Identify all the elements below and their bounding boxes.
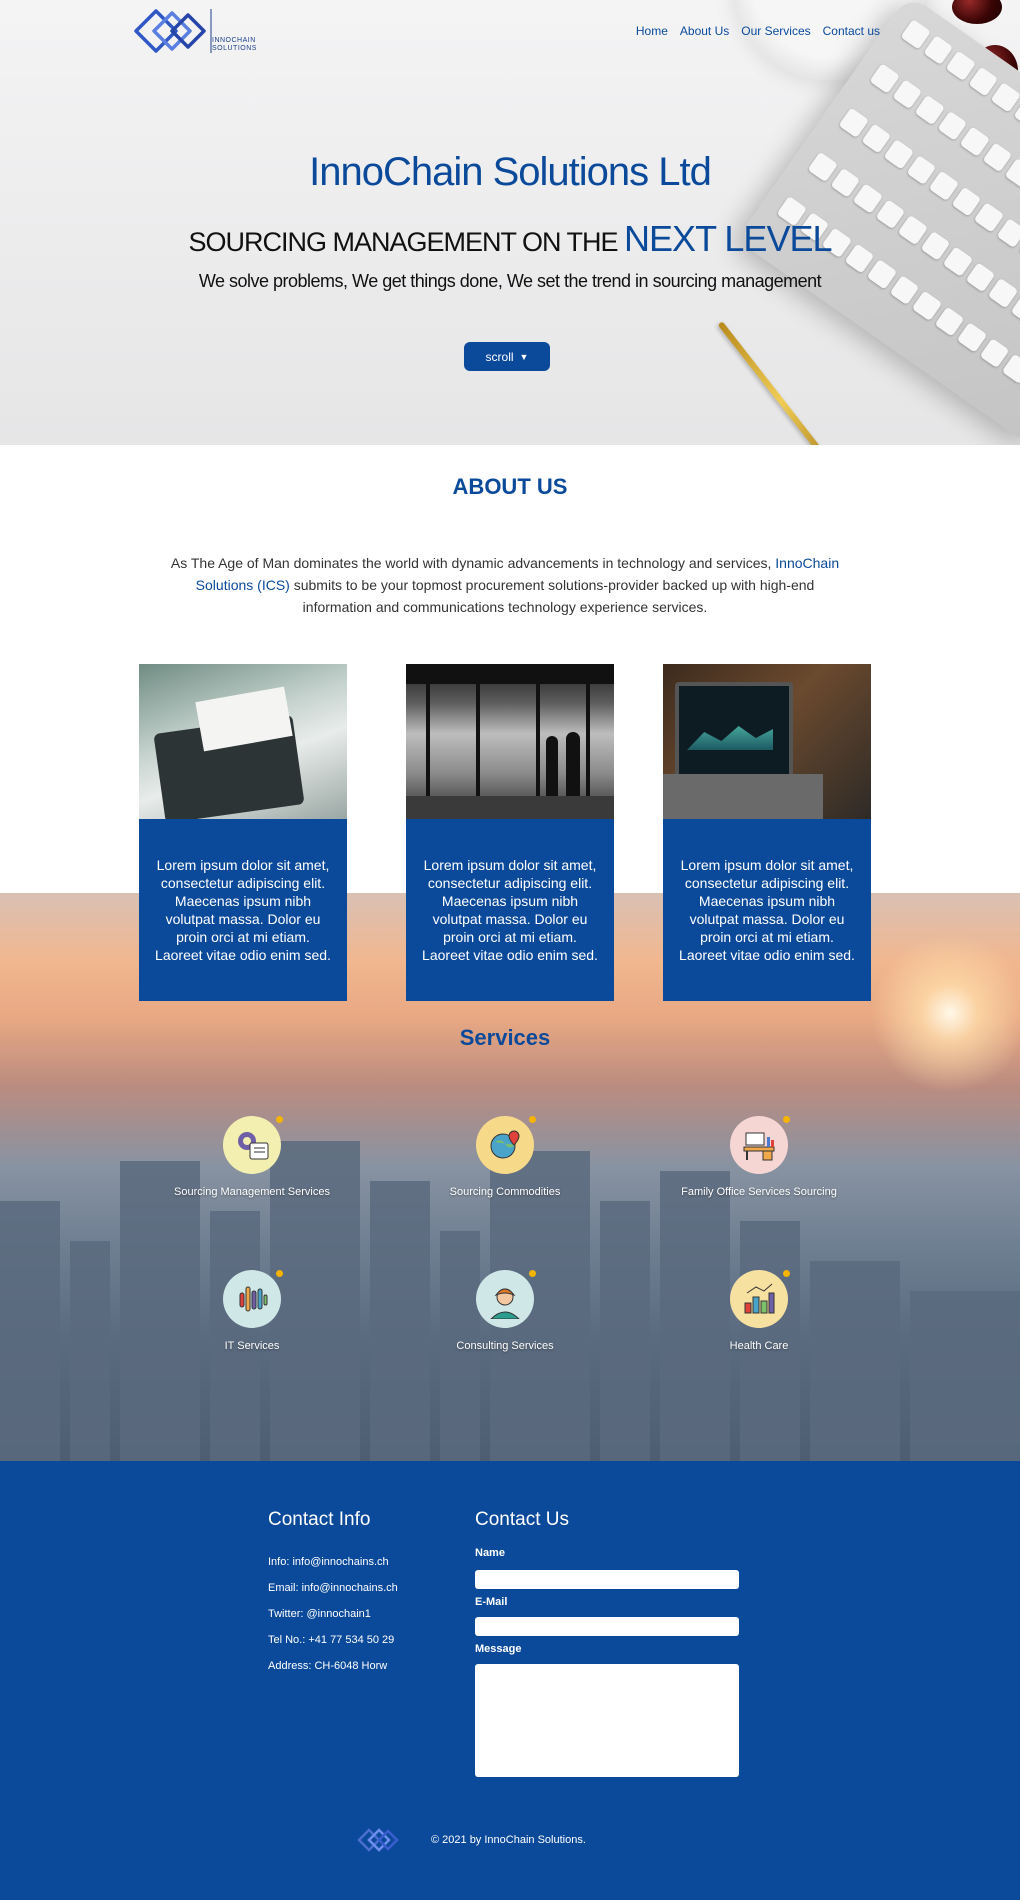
about-text-rest: submits to be your topmost procurement s…	[289, 577, 815, 615]
gear-document-icon	[223, 1116, 283, 1174]
desk-computer-icon	[730, 1116, 790, 1174]
service-item[interactable]: Sourcing Management Services	[152, 1116, 352, 1198]
service-item[interactable]: Sourcing Commodities	[405, 1116, 605, 1198]
consultant-avatar-icon	[476, 1270, 536, 1328]
copyright-text: © 2021 by InnoChain Solutions.	[431, 1834, 586, 1846]
service-label: Sourcing Commodities	[449, 1186, 561, 1198]
hero-title: InnoChain Solutions Ltd	[309, 150, 712, 194]
about-text: As The Age of Man dominates the world wi…	[170, 552, 840, 618]
bar-chart-icon	[730, 1270, 790, 1328]
card-text: Lorem ipsum dolor sit amet, consectetur …	[663, 819, 871, 1001]
globe-pin-icon	[476, 1116, 536, 1174]
services-title: Services	[459, 1025, 551, 1050]
email-label: E-Mail	[475, 1596, 508, 1608]
phone-line: Tel No.: +41 77 534 50 29	[268, 1634, 395, 1646]
service-label: Health Care	[729, 1340, 789, 1352]
name-field[interactable]	[475, 1570, 739, 1589]
cherry-decoration	[952, 0, 1002, 24]
card-text: Lorem ipsum dolor sit amet, consectetur …	[139, 819, 347, 1001]
nav-home[interactable]: Home	[636, 24, 668, 38]
service-label: Consulting Services	[456, 1340, 554, 1352]
service-label: Family Office Services Sourcing	[681, 1186, 837, 1198]
laptop-dashboard-photo	[663, 664, 871, 819]
email-line[interactable]: Email: info@innochains.ch	[268, 1582, 398, 1594]
about-title: ABOUT US	[452, 474, 568, 499]
email-field[interactable]	[475, 1617, 739, 1636]
service-item[interactable]: Health Care	[659, 1270, 859, 1352]
footer: Contact Info Info: info@innochains.ch Em…	[0, 1461, 1020, 1900]
feature-card: Lorem ipsum dolor sit amet, consectetur …	[406, 664, 614, 1001]
twitter-line[interactable]: Twitter: @innochain1	[268, 1608, 371, 1620]
service-item[interactable]: Consulting Services	[405, 1270, 605, 1352]
service-item[interactable]: Family Office Services Sourcing	[659, 1116, 859, 1198]
scroll-label: scroll	[485, 349, 514, 364]
footer-logo-icon	[357, 1828, 399, 1852]
hero-subtitle-accent: NEXT LEVEL	[624, 218, 832, 259]
nav-contact-us[interactable]: Contact us	[823, 24, 880, 38]
hero-subtitle-prefix: SOURCING MANAGEMENT ON THE	[188, 227, 625, 257]
main-nav: Home About Us Our Services Contact us	[636, 24, 880, 38]
about-text-intro: As The Age of Man dominates the world wi…	[170, 555, 776, 571]
laptop-meeting-photo	[139, 664, 347, 819]
equalizer-icon	[223, 1270, 283, 1328]
contact-us-title: Contact Us	[475, 1509, 569, 1530]
sun-decoration	[870, 933, 1020, 1093]
feature-card: Lorem ipsum dolor sit amet, consectetur …	[663, 664, 871, 1001]
contact-info-title: Contact Info	[268, 1509, 371, 1530]
hero-section: INNOCHAIN SOLUTIONS Home About Us Our Se…	[0, 0, 1020, 445]
nav-our-services[interactable]: Our Services	[741, 24, 810, 38]
hero-tagline: We solve problems, We get things done, W…	[198, 271, 822, 291]
chevron-down-icon: ▼	[519, 351, 529, 362]
info-email-line[interactable]: Info: info@innochains.ch	[268, 1556, 389, 1568]
scroll-button[interactable]: scroll ▼	[464, 342, 550, 371]
address-line: Address: CH-6048 Horw	[268, 1660, 388, 1672]
card-text: Lorem ipsum dolor sit amet, consectetur …	[406, 819, 614, 1001]
service-label: IT Services	[224, 1340, 280, 1352]
hero-subtitle: SOURCING MANAGEMENT ON THE NEXT LEVEL	[0, 218, 1020, 260]
message-field[interactable]	[475, 1664, 739, 1777]
service-label: Sourcing Management Services	[174, 1186, 330, 1198]
service-item[interactable]: IT Services	[152, 1270, 352, 1352]
nav-about-us[interactable]: About Us	[680, 24, 729, 38]
feature-card: Lorem ipsum dolor sit amet, consectetur …	[139, 664, 347, 1001]
city-window-silhouettes-photo	[406, 664, 614, 819]
logo-text: INNOCHAIN SOLUTIONS	[212, 37, 257, 52]
pen-decoration	[717, 321, 846, 445]
message-label: Message	[475, 1643, 522, 1655]
name-label: Name	[475, 1547, 505, 1559]
